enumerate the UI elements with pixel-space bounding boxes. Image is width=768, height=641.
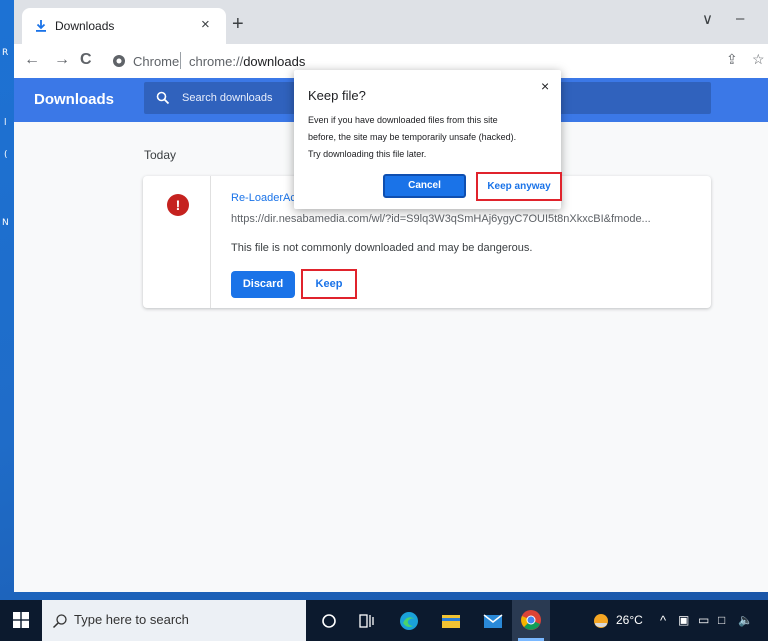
temperature-text: 26°C bbox=[616, 613, 643, 627]
mail-icon[interactable] bbox=[482, 610, 504, 632]
taskbar-search-text: Type here to search bbox=[74, 612, 189, 627]
origin-label: Chrome bbox=[133, 54, 180, 69]
restore-button[interactable]: ∨ bbox=[702, 10, 713, 28]
meet-now-icon[interactable]: ▣ bbox=[678, 613, 689, 627]
edge-icon[interactable] bbox=[398, 610, 420, 632]
omnibox-divider bbox=[180, 52, 181, 69]
url-text: chrome://downloads bbox=[189, 54, 305, 69]
chrome-taskbar-button[interactable] bbox=[512, 600, 550, 641]
search-icon bbox=[52, 614, 67, 629]
tray-chevron-icon[interactable]: ^ bbox=[660, 613, 666, 628]
page-title: Downloads bbox=[34, 91, 115, 108]
taskbar: Type here to search 26°C ^ ▣ ▭ □ 🔈 bbox=[0, 600, 768, 641]
weather-icon[interactable] bbox=[592, 612, 610, 630]
forward-button[interactable]: → bbox=[54, 51, 70, 69]
tab-strip: Downloads × + ∨ – bbox=[14, 0, 768, 44]
chrome-window: Downloads × + ∨ – ← → C Chrome chrome://… bbox=[14, 0, 768, 592]
minimize-button[interactable]: – bbox=[736, 10, 744, 27]
task-view-icon[interactable] bbox=[356, 610, 378, 632]
desktop-icon-label: N bbox=[2, 218, 9, 228]
card-divider bbox=[210, 176, 211, 308]
tab-downloads[interactable]: Downloads × bbox=[22, 8, 226, 44]
bookmark-star-icon[interactable]: ☆ bbox=[752, 51, 765, 68]
search-icon bbox=[156, 91, 170, 105]
cortana-icon[interactable] bbox=[318, 610, 340, 632]
desktop-icon-label: l bbox=[4, 118, 7, 128]
url-host: downloads bbox=[243, 54, 306, 69]
tab-title: Downloads bbox=[55, 19, 115, 33]
cancel-button[interactable]: Cancel bbox=[383, 174, 466, 198]
discard-button[interactable]: Discard bbox=[231, 271, 295, 298]
share-icon[interactable]: ⇪ bbox=[726, 51, 738, 68]
download-icon bbox=[36, 20, 46, 32]
dialog-message-line: Try downloading this file later. bbox=[308, 149, 427, 159]
battery-icon[interactable]: ▭ bbox=[698, 613, 709, 627]
chrome-icon bbox=[113, 55, 125, 67]
network-icon[interactable]: □ bbox=[718, 613, 725, 627]
url-scheme: chrome:// bbox=[189, 54, 244, 69]
file-name-link[interactable]: Re-LoaderAc bbox=[231, 192, 296, 204]
reload-button[interactable]: C bbox=[80, 51, 92, 69]
new-tab-button[interactable]: + bbox=[232, 14, 244, 34]
volume-icon[interactable]: 🔈 bbox=[738, 613, 753, 627]
tab-close-icon[interactable]: × bbox=[201, 16, 210, 33]
back-button[interactable]: ← bbox=[24, 51, 40, 69]
keep-file-dialog: Keep file? × Even if you have downloaded… bbox=[294, 70, 562, 209]
danger-warning-text: This file is not commonly downloaded and… bbox=[231, 242, 533, 254]
file-explorer-icon[interactable] bbox=[440, 610, 462, 632]
source-url: https://dir.nesabamedia.com/wl/?id=S9lq3… bbox=[231, 213, 651, 225]
desktop-icon-label: R bbox=[2, 48, 9, 58]
dialog-message-line: Even if you have downloaded files from t… bbox=[308, 115, 498, 125]
dialog-title: Keep file? bbox=[308, 88, 366, 103]
date-section-label: Today bbox=[144, 148, 177, 162]
dialog-message: Even if you have downloaded files from t… bbox=[308, 112, 548, 163]
warning-icon: ! bbox=[167, 194, 189, 216]
search-placeholder: Search downloads bbox=[182, 92, 273, 104]
dialog-message-line: before, the site may be temporarily unsa… bbox=[308, 132, 517, 142]
close-icon[interactable]: × bbox=[541, 78, 549, 94]
keep-anyway-button[interactable]: Keep anyway bbox=[476, 172, 562, 201]
windows-start-icon[interactable] bbox=[13, 612, 29, 628]
keep-button[interactable]: Keep bbox=[301, 269, 357, 299]
taskbar-search-box[interactable]: Type here to search bbox=[42, 600, 306, 641]
chrome-icon bbox=[521, 610, 541, 630]
desktop-icon-label: ( bbox=[4, 150, 8, 160]
